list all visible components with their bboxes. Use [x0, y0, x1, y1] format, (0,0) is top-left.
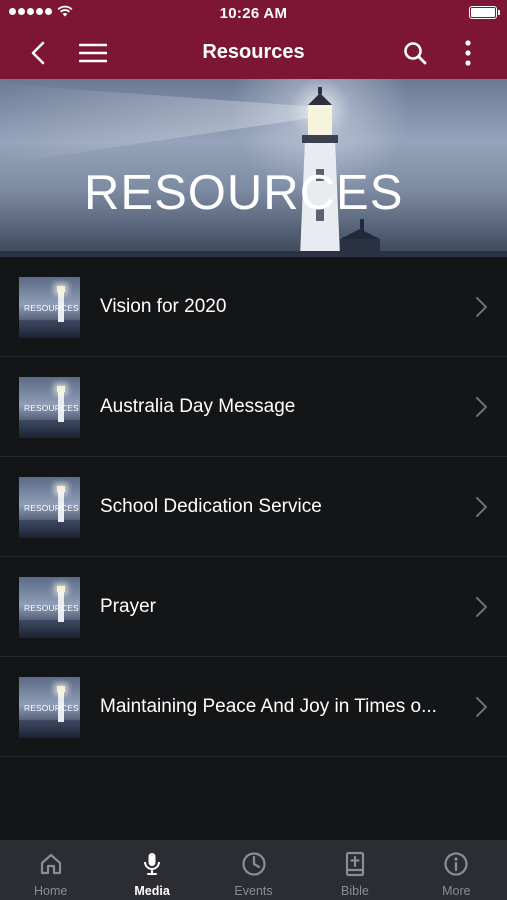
- info-icon: [444, 852, 468, 876]
- navigation-bar: Resources: [0, 26, 507, 79]
- tab-label: Home: [34, 884, 68, 898]
- status-time: 10:26 AM: [219, 5, 288, 22]
- banner-title: RESOURCES: [84, 166, 404, 220]
- tab-label: Events: [234, 884, 273, 898]
- tab-more[interactable]: More: [406, 840, 507, 900]
- chevron-right-icon: [476, 597, 487, 617]
- thumbnail-caption: RESOURCES: [24, 303, 79, 313]
- resource-thumbnail: RESOURCES: [19, 377, 80, 438]
- tab-bar: Home Media Events Bible More: [0, 840, 507, 900]
- chevron-right-icon: [476, 497, 487, 517]
- resource-item-prayer[interactable]: RESOURCES Prayer: [0, 557, 507, 657]
- more-options-button[interactable]: [456, 26, 480, 79]
- status-bar: 10:26 AM: [0, 0, 507, 26]
- page-title: Resources: [202, 41, 305, 63]
- resource-title: School Dedication Service: [100, 496, 322, 517]
- tab-bible[interactable]: Bible: [304, 840, 405, 900]
- battery-icon: [469, 6, 500, 19]
- microphone-icon: [144, 853, 161, 875]
- bible-icon: [345, 851, 365, 877]
- resource-title: Prayer: [100, 596, 156, 617]
- resource-title: Australia Day Message: [100, 396, 296, 417]
- resource-thumbnail: RESOURCES: [19, 477, 80, 538]
- tab-media[interactable]: Media: [101, 840, 202, 900]
- tab-label: More: [442, 884, 471, 898]
- resource-item-australia-day-message[interactable]: RESOURCES Australia Day Message: [0, 357, 507, 457]
- tab-label: Bible: [341, 884, 369, 898]
- resource-thumbnail: RESOURCES: [19, 277, 80, 338]
- resources-banner: RESOURCES: [0, 79, 507, 257]
- search-icon: [404, 41, 427, 64]
- resource-thumbnail: RESOURCES: [19, 577, 80, 638]
- thumbnail-caption: RESOURCES: [24, 603, 79, 613]
- search-button[interactable]: [400, 26, 430, 79]
- resource-item-maintaining-peace-and-joy[interactable]: RESOURCES Maintaining Peace And Joy in T…: [0, 657, 507, 757]
- chevron-right-icon: [476, 397, 487, 417]
- resource-item-vision-for-2020[interactable]: RESOURCES Vision for 2020: [0, 257, 507, 357]
- chevron-right-icon: [476, 697, 487, 717]
- more-vertical-icon: [465, 39, 471, 66]
- resource-thumbnail: RESOURCES: [19, 677, 80, 738]
- home-icon: [40, 853, 61, 875]
- resource-item-school-dedication-service[interactable]: RESOURCES School Dedication Service: [0, 457, 507, 557]
- tab-label: Media: [134, 884, 170, 898]
- thumbnail-caption: RESOURCES: [24, 403, 79, 413]
- tab-home[interactable]: Home: [0, 840, 101, 900]
- thumbnail-caption: RESOURCES: [24, 503, 79, 513]
- resource-title: Vision for 2020: [100, 296, 227, 317]
- resource-title: Maintaining Peace And Joy in Times o...: [100, 696, 437, 717]
- chevron-right-icon: [476, 297, 487, 317]
- thumbnail-caption: RESOURCES: [24, 703, 79, 713]
- clock-icon: [241, 852, 266, 876]
- resource-list: RESOURCES Vision for 2020 RESOURCES Aust…: [0, 257, 507, 757]
- tab-events[interactable]: Events: [203, 840, 304, 900]
